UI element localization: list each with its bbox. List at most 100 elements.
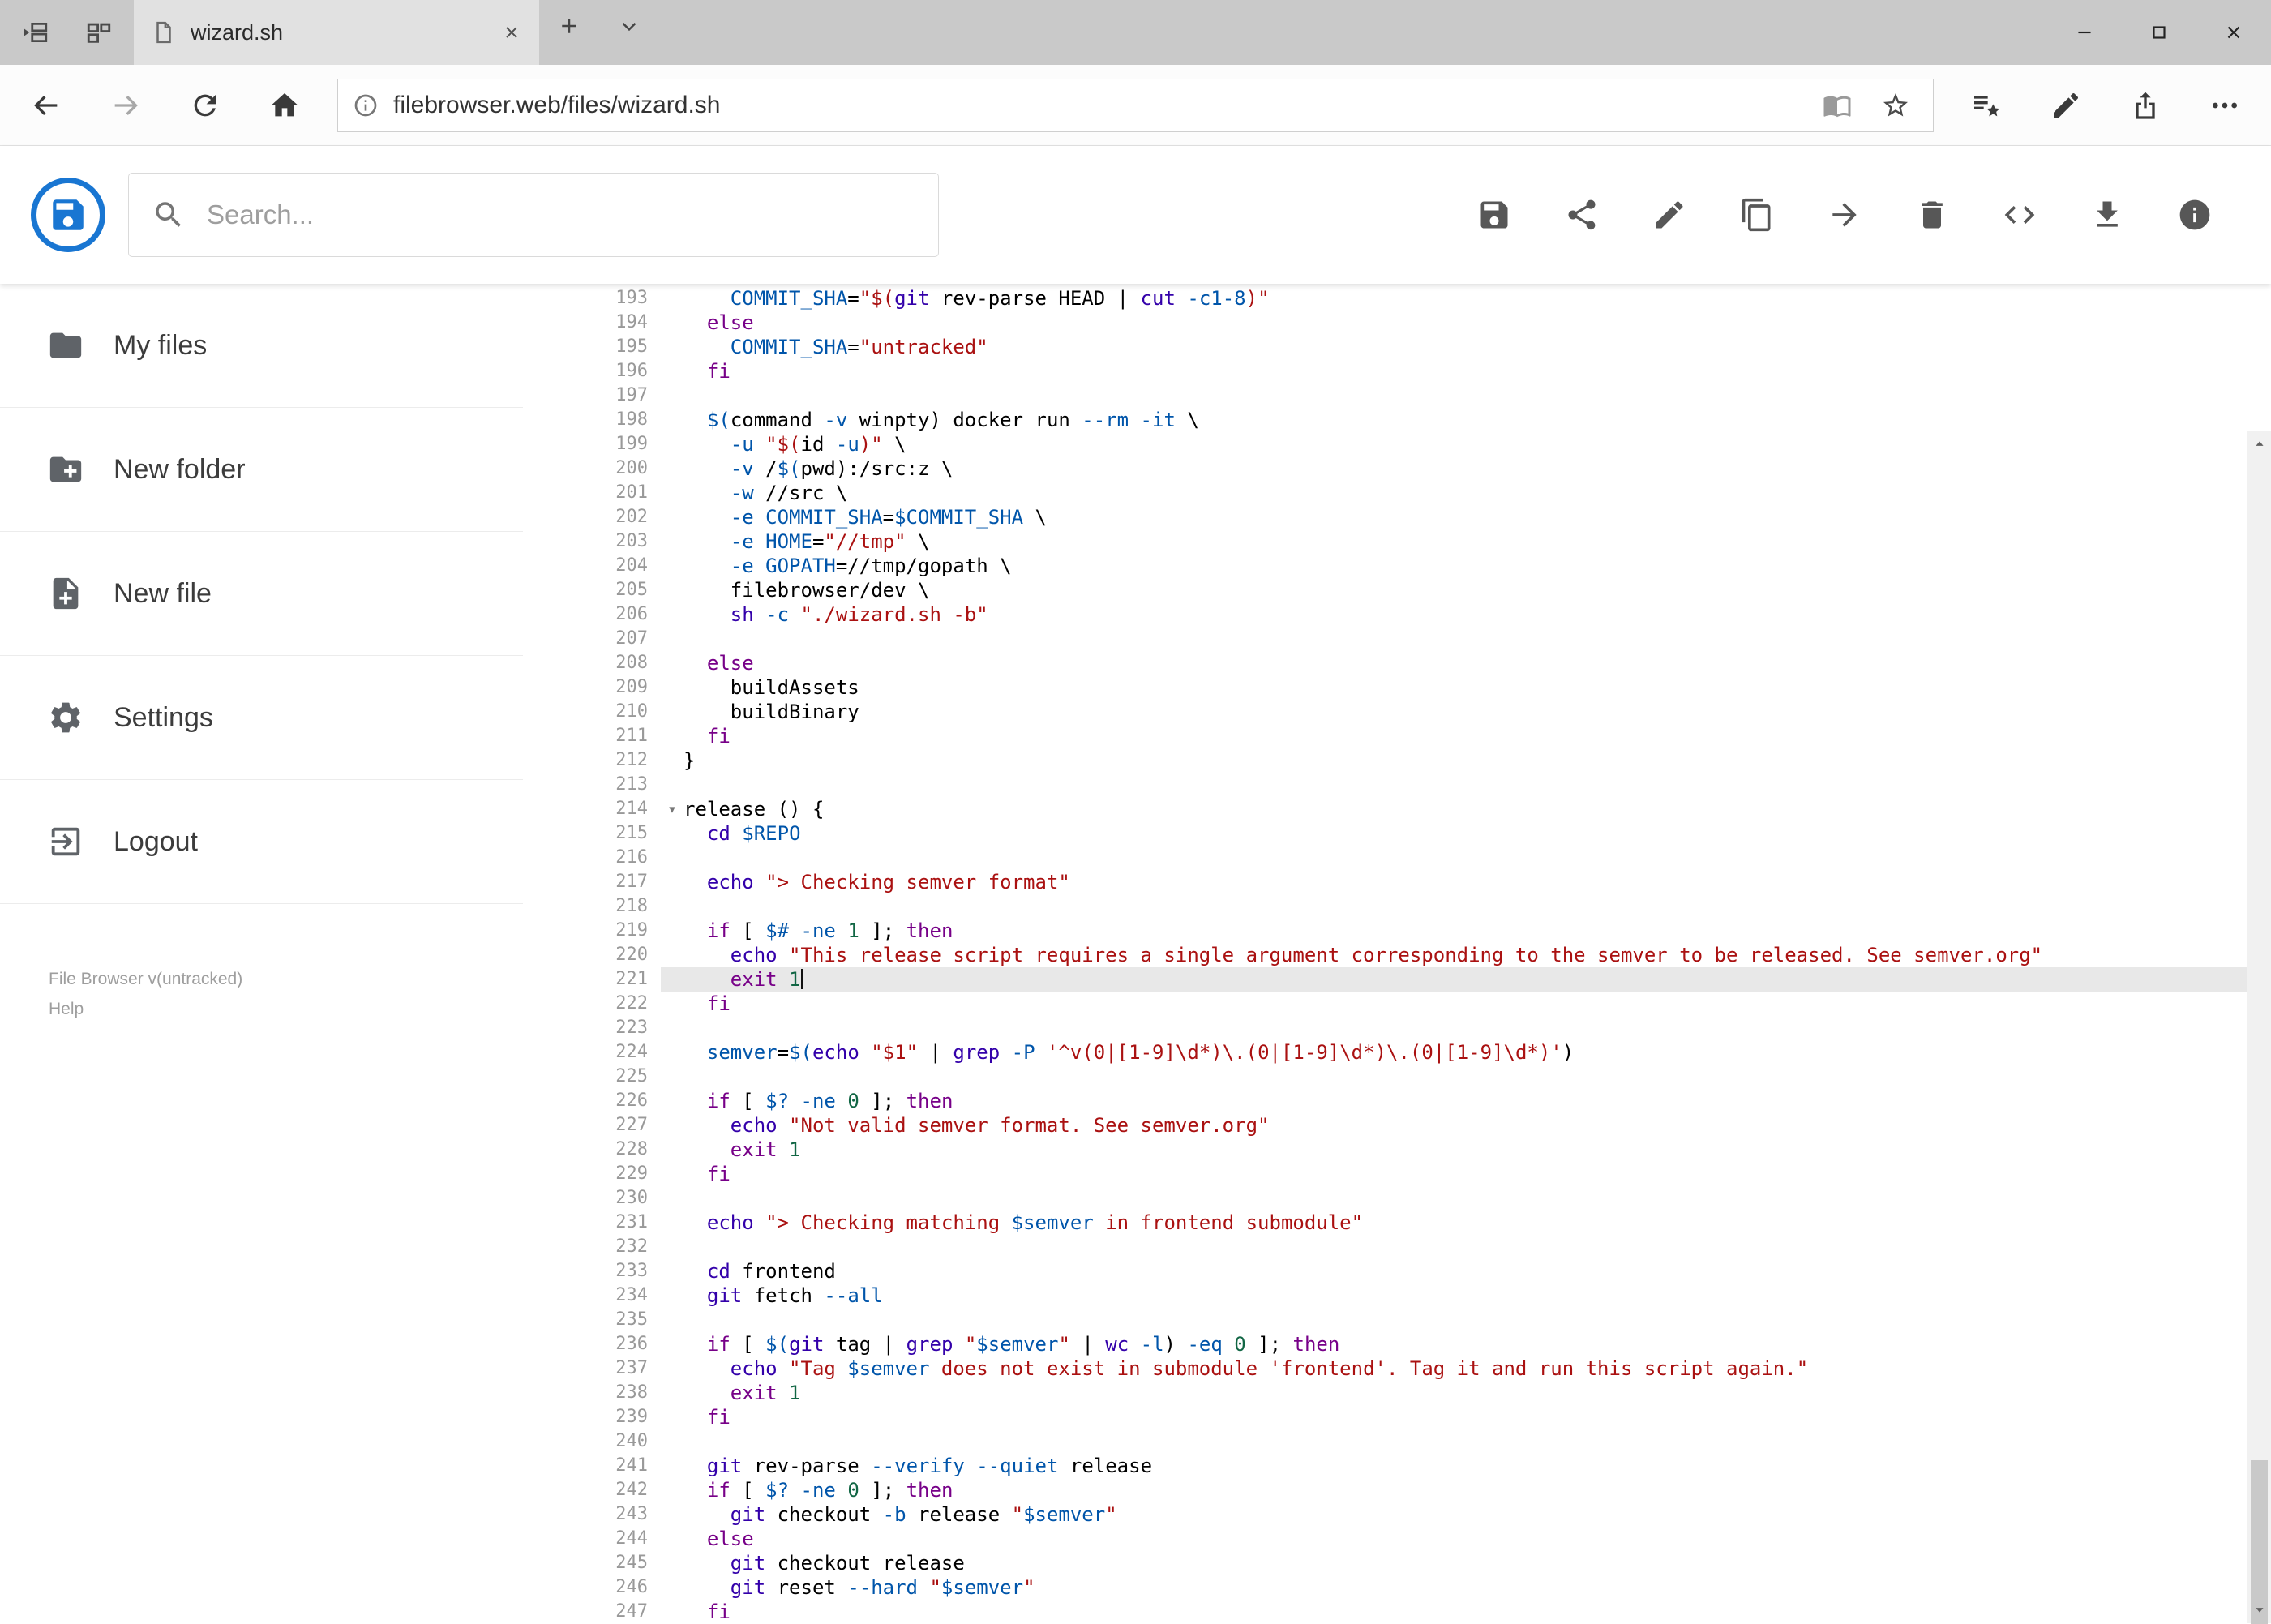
more-options-button[interactable] [2185,66,2265,145]
code-line[interactable]: 217 echo "> Checking semver format" [523,870,2271,894]
code-line[interactable]: 198 $(command -v winpty) docker run --rm… [523,408,2271,432]
code-line[interactable]: 241 git rev-parse --verify --quiet relea… [523,1454,2271,1478]
site-info-icon[interactable] [353,92,379,118]
sidebar-item-my-files[interactable]: My files [0,284,523,408]
code-line[interactable]: 222 fi [523,992,2271,1016]
set-tabs-aside-button[interactable] [10,6,62,58]
refresh-button[interactable] [165,66,245,145]
code-line[interactable]: 244 else [523,1527,2271,1551]
forward-button[interactable] [86,66,165,145]
scroll-up-arrow[interactable] [2247,431,2271,458]
sidebar-item-new-folder[interactable]: New folder [0,408,523,532]
hub-button[interactable] [1947,66,2026,145]
code-line[interactable]: 233 cd frontend [523,1259,2271,1283]
search-input[interactable] [205,199,915,231]
move-button[interactable] [1801,171,1888,259]
code-line[interactable]: 245 git checkout release [523,1551,2271,1575]
code-line[interactable]: 219 if [ $# -ne 1 ]; then [523,919,2271,943]
code-line[interactable]: 220 echo "This release script requires a… [523,943,2271,967]
code-line[interactable]: 212} [523,748,2271,773]
code-line[interactable]: 239 fi [523,1405,2271,1429]
download-button[interactable] [2063,171,2151,259]
browser-tab-wizard-sh[interactable]: wizard.sh [134,0,539,65]
favorite-star-button[interactable] [1873,83,1918,128]
share-button[interactable] [2106,66,2185,145]
copy-button[interactable] [1713,171,1801,259]
delete-button[interactable] [1888,171,1976,259]
code-line[interactable]: 203 -e HOME="//tmp" \ [523,529,2271,554]
search-box[interactable] [128,173,939,257]
home-button[interactable] [245,66,324,145]
code-line[interactable]: 227 echo "Not valid semver format. See s… [523,1113,2271,1138]
code-line[interactable]: 218 [523,894,2271,919]
code-view-button[interactable] [1976,171,2063,259]
sidebar-item-new-file[interactable]: New file [0,532,523,656]
code-line[interactable]: 225 [523,1065,2271,1089]
address-bar[interactable] [337,78,1934,132]
code-line[interactable]: 232 [523,1235,2271,1259]
code-line[interactable]: 211 fi [523,724,2271,748]
fold-arrow-icon[interactable]: ▾ [661,797,683,821]
code-line[interactable]: 228 exit 1 [523,1138,2271,1162]
code-line[interactable]: 216 [523,846,2271,870]
code-line[interactable]: 215 cd $REPO [523,821,2271,846]
code-line[interactable]: 235 [523,1308,2271,1332]
tab-close-button[interactable] [502,23,521,42]
new-tab-button[interactable] [539,0,599,52]
code-line[interactable]: 231 echo "> Checking matching $semver in… [523,1211,2271,1235]
code-line[interactable]: 197 [523,384,2271,408]
back-button[interactable] [6,66,86,145]
code-line[interactable]: 221 exit 1 [523,967,2271,992]
code-line[interactable]: 242 if [ $? -ne 0 ]; then [523,1478,2271,1502]
sidebar-item-logout[interactable]: Logout [0,780,523,904]
code-line[interactable]: 226 if [ $? -ne 0 ]; then [523,1089,2271,1113]
code-line[interactable]: 199 -u "$(id -u)" \ [523,432,2271,456]
code-line[interactable]: 200 -v /$(pwd):/src:z \ [523,456,2271,481]
window-minimize-button[interactable] [2047,0,2122,65]
code-line[interactable]: 247 fi [523,1600,2271,1623]
code-line[interactable]: 229 fi [523,1162,2271,1186]
code-line[interactable]: 209 buildAssets [523,675,2271,700]
code-line[interactable]: 208 else [523,651,2271,675]
info-button[interactable] [2151,171,2239,259]
reading-view-button[interactable] [1815,83,1860,128]
tab-preview-chevron-button[interactable] [599,0,659,52]
code-line[interactable]: 214 ▾ release () { [523,797,2271,821]
code-line[interactable]: 201 -w //src \ [523,481,2271,505]
code-line[interactable]: 196 fi [523,359,2271,384]
help-link[interactable]: Help [49,995,523,1025]
code-editor[interactable]: 193 COMMIT_SHA="$(git rev-parse HEAD | c… [523,284,2271,1623]
code-line[interactable]: 213 [523,773,2271,797]
web-note-button[interactable] [2026,66,2106,145]
sidebar-item-settings[interactable]: Settings [0,656,523,780]
code-line[interactable]: 223 [523,1016,2271,1040]
code-line[interactable]: 224 semver=$(echo "$1" | grep -P '^v(0|[… [523,1040,2271,1065]
scroll-down-arrow[interactable] [2247,1596,2271,1623]
code-line[interactable]: 246 git reset --hard "$semver" [523,1575,2271,1600]
code-line[interactable]: 207 [523,627,2271,651]
code-line[interactable]: 238 exit 1 [523,1381,2271,1405]
code-line[interactable]: 204 -e GOPATH=//tmp/gopath \ [523,554,2271,578]
code-line[interactable]: 193 COMMIT_SHA="$(git rev-parse HEAD | c… [523,286,2271,311]
code-line[interactable]: 243 git checkout -b release "$semver" [523,1502,2271,1527]
code-line[interactable]: 237 echo "Tag $semver does not exist in … [523,1356,2271,1381]
filebrowser-logo[interactable] [31,178,105,252]
rename-button[interactable] [1626,171,1713,259]
code-line[interactable]: 206 sh -c "./wizard.sh -b" [523,602,2271,627]
code-line[interactable]: 210 buildBinary [523,700,2271,724]
tabs-preview-button[interactable] [73,6,125,58]
save-button[interactable] [1450,171,1538,259]
code-line[interactable]: 205 filebrowser/dev \ [523,578,2271,602]
code-line[interactable]: 194 else [523,311,2271,335]
code-line[interactable]: 195 COMMIT_SHA="untracked" [523,335,2271,359]
code-line[interactable]: 236 if [ $(git tag | grep "$semver" | wc… [523,1332,2271,1356]
code-line[interactable]: 240 [523,1429,2271,1454]
code-line[interactable]: 234 git fetch --all [523,1283,2271,1308]
url-input[interactable] [392,90,1802,120]
code-line[interactable]: 230 [523,1186,2271,1211]
page-scrollbar[interactable] [2247,431,2271,1624]
share-file-button[interactable] [1538,171,1626,259]
window-close-button[interactable] [2196,0,2271,65]
window-maximize-button[interactable] [2122,0,2196,65]
code-line[interactable]: 202 -e COMMIT_SHA=$COMMIT_SHA \ [523,505,2271,529]
